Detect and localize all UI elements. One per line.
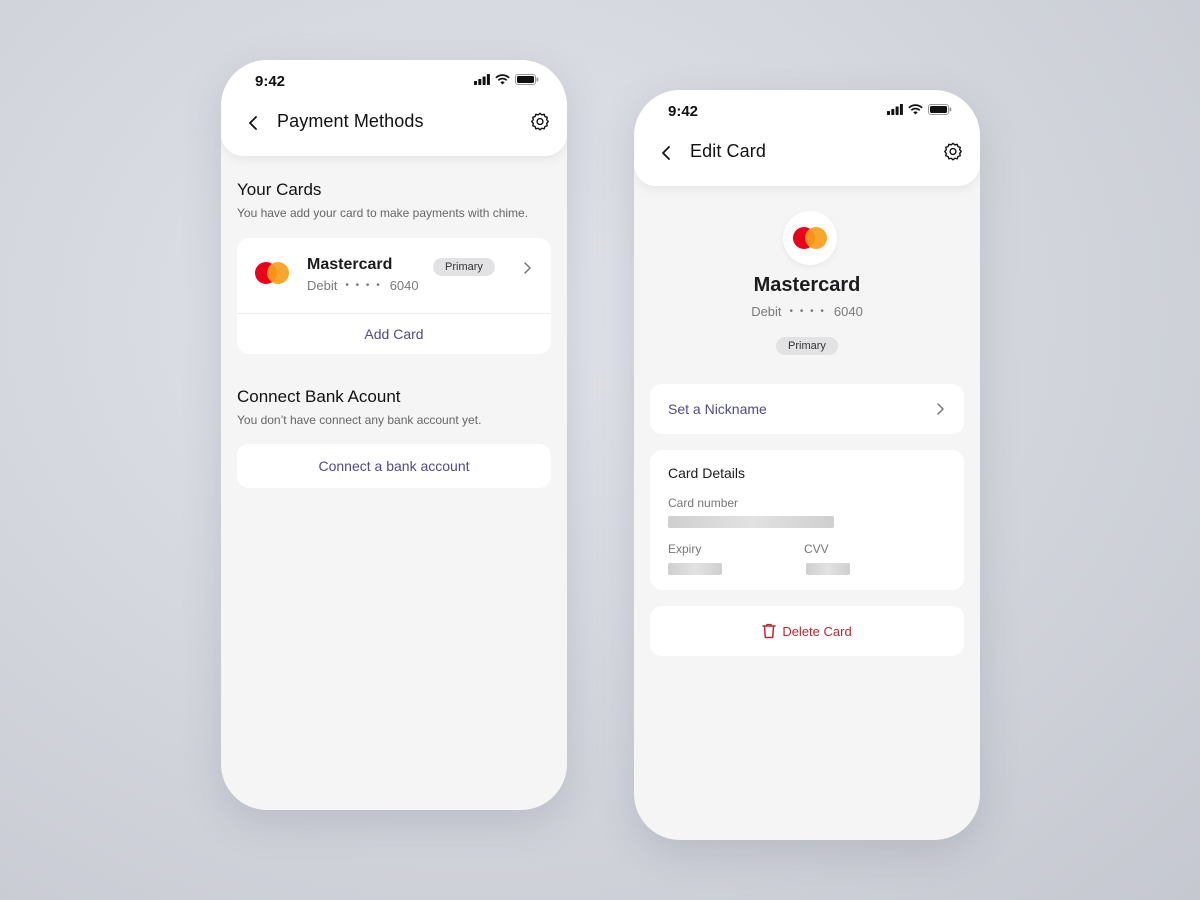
- expiry-label: Expiry: [668, 542, 702, 556]
- gear-icon[interactable]: [529, 111, 551, 133]
- add-card-label: Add Card: [364, 326, 424, 342]
- cvv-label: CVV: [804, 542, 829, 556]
- status-icons: [474, 74, 539, 85]
- card-details-panel: Card Details Card number Expiry CVV: [650, 450, 964, 590]
- set-nickname-row[interactable]: Set a Nickname: [650, 384, 964, 434]
- card-last4: 6040: [833, 304, 863, 319]
- badge-wrap: Primary: [634, 336, 980, 355]
- chevron-right-icon: [937, 403, 944, 415]
- card-mask: • • • •: [789, 306, 826, 317]
- card-subtitle: Debit • • • • 6040: [634, 304, 980, 319]
- bank-heading: Connect Bank Acount: [237, 387, 401, 406]
- connect-bank-button[interactable]: Connect a bank account: [237, 444, 551, 488]
- header: 9:42 Payment Methods: [221, 60, 567, 156]
- page-title: Edit Card: [690, 141, 766, 161]
- card-details-heading: Card Details: [668, 465, 746, 481]
- delete-card-label: Delete Card: [782, 623, 852, 639]
- mastercard-logo: [255, 262, 289, 284]
- primary-badge: Primary: [776, 337, 838, 355]
- signal-icon: [474, 74, 490, 85]
- set-nickname-label: Set a Nickname: [668, 401, 767, 417]
- trash-icon: [762, 623, 777, 639]
- card-row-mastercard[interactable]: Mastercard Debit • • • • 6040 Primary: [237, 238, 551, 313]
- status-time: 9:42: [255, 73, 286, 90]
- chevron-right-icon: [524, 262, 531, 274]
- back-icon[interactable]: [658, 144, 676, 162]
- connect-bank-label: Connect a bank account: [318, 458, 470, 474]
- signal-icon: [887, 104, 903, 115]
- card-number-hidden: [668, 516, 834, 528]
- status-icons: [887, 104, 952, 115]
- edit-card-screen: 9:42 Edit Card Mastercard Debit • • • • …: [634, 90, 980, 840]
- card-type: Debit: [751, 304, 782, 319]
- card-name: Mastercard: [307, 256, 393, 273]
- card-name: Mastercard: [753, 274, 861, 296]
- back-icon[interactable]: [245, 114, 263, 132]
- battery-icon: [515, 74, 539, 85]
- wifi-icon: [495, 74, 510, 85]
- battery-icon: [928, 104, 952, 115]
- mastercard-logo: [793, 227, 827, 249]
- status-time: 9:42: [668, 103, 699, 120]
- card-list: Mastercard Debit • • • • 6040 Primary Ad…: [237, 238, 551, 354]
- cvv-hidden: [806, 563, 850, 575]
- delete-card-button[interactable]: Delete Card: [650, 606, 964, 656]
- bank-subtitle: You don’t have connect any bank account …: [237, 413, 482, 427]
- primary-badge: Primary: [433, 258, 495, 276]
- gear-icon[interactable]: [942, 141, 964, 163]
- wifi-icon: [908, 104, 923, 115]
- card-type: Debit: [307, 278, 338, 293]
- nav-row: Edit Card: [634, 140, 980, 166]
- card-mask: • • • •: [345, 280, 382, 291]
- header: 9:42 Edit Card: [634, 90, 980, 186]
- expiry-hidden: [668, 563, 722, 575]
- nav-row: Payment Methods: [221, 110, 567, 136]
- card-last4: 6040: [389, 278, 419, 293]
- card-logo-circle: [783, 211, 837, 265]
- add-card-button[interactable]: Add Card: [237, 314, 551, 354]
- card-number-label: Card number: [668, 496, 739, 510]
- your-cards-heading: Your Cards: [237, 180, 322, 199]
- your-cards-subtitle: You have add your card to make payments …: [237, 206, 529, 220]
- page-title: Payment Methods: [277, 111, 424, 131]
- payment-methods-screen: 9:42 Payment Methods Your Cards You have…: [221, 60, 567, 810]
- card-subtitle: Debit • • • • 6040: [307, 278, 419, 293]
